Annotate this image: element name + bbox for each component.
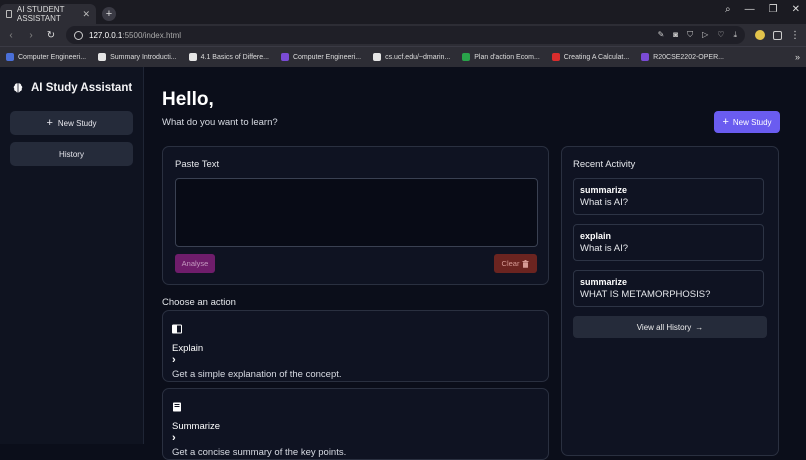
bookmark-favicon-icon <box>551 53 560 61</box>
sidebar: AI Study Assistant + New Study History <box>0 67 144 444</box>
paste-text-input[interactable] <box>175 178 538 247</box>
bookmark-item[interactable]: R20CSE2202-OPER... <box>641 53 724 61</box>
chevron-right-icon: › <box>172 432 176 444</box>
recent-item[interactable]: explain What is AI? <box>573 224 764 261</box>
bookmark-item[interactable]: Plan d'action Ecom... <box>462 53 540 61</box>
bookmark-item[interactable]: Summary Introducti... <box>98 53 177 61</box>
recent-item-query: What is AI? <box>580 243 629 254</box>
view-all-history-button[interactable]: View all History → <box>573 316 767 338</box>
recent-item-query: What is AI? <box>580 197 629 208</box>
url-path: :5500/index.html <box>122 30 182 40</box>
app-root: AI Study Assistant + New Study History H… <box>0 67 806 460</box>
analyse-label: Analyse <box>181 259 209 268</box>
sidebar-history-button[interactable]: History <box>10 142 133 166</box>
sidebar-new-study-label: New Study <box>57 118 97 128</box>
recent-item[interactable]: summarize WHAT IS METAMORPHOSIS? <box>573 270 764 307</box>
new-study-label: New Study <box>732 117 772 127</box>
action-name: Explain <box>172 343 204 354</box>
forward-icon[interactable]: › <box>26 30 36 41</box>
search-tabs-icon[interactable]: ⌕ <box>725 4 731 15</box>
menu-icon[interactable]: ⋮ <box>790 30 800 41</box>
bookmark-favicon-icon <box>188 53 197 61</box>
action-name: Summarize <box>172 421 221 432</box>
reload-icon[interactable]: ↻ <box>46 30 56 41</box>
paste-text-card: Paste Text Analyse Clear <box>162 146 549 285</box>
restore-icon[interactable]: ❐ <box>769 4 778 15</box>
address-bar-row: ‹ › ↻ 127.0.0.1:5500/index.html ✎ ◙ ⛉ ▷ … <box>0 24 806 46</box>
url-field[interactable]: 127.0.0.1:5500/index.html ✎ ◙ ⛉ ▷ ♡ ⤓ <box>66 26 745 44</box>
brand: AI Study Assistant <box>12 82 133 94</box>
new-study-button[interactable]: + New Study <box>714 111 780 133</box>
sidebar-history-label: History <box>59 149 84 159</box>
page-subtitle: What do you want to learn? <box>162 117 278 128</box>
tab-title: AI STUDENT ASSISTANT <box>16 5 65 23</box>
view-all-history-label: View all History <box>636 322 692 332</box>
bookmarks-overflow-icon[interactable]: » <box>795 52 800 62</box>
new-tab-button[interactable]: + <box>102 7 116 21</box>
tab-favicon-icon <box>6 10 12 18</box>
url-host: 127.0.0.1 <box>89 30 123 40</box>
url-actions: ✎ ◙ ⛉ ▷ ♡ ⤓ <box>658 30 737 40</box>
action-card-explain[interactable]: Explain › Get a simple explanation of th… <box>162 310 549 382</box>
chevron-right-icon: › <box>172 354 176 366</box>
extensions: ⋮ <box>755 30 800 41</box>
recent-activity-card: Recent Activity summarize What is AI? ex… <box>561 146 779 456</box>
plus-icon: + <box>722 115 729 128</box>
recent-item-action: explain <box>580 231 612 241</box>
brain-icon <box>13 83 23 93</box>
action-card-summarize[interactable]: Summarize › Get a concise summary of the… <box>162 388 549 460</box>
page-title: Hello, <box>162 89 214 110</box>
edit-icon[interactable]: ✎ <box>658 30 665 40</box>
book-icon <box>173 402 181 412</box>
recent-activity-title: Recent Activity <box>573 159 636 170</box>
download-icon[interactable]: ⤓ <box>733 30 737 40</box>
paste-text-title: Paste Text <box>175 159 220 170</box>
browser-tab[interactable]: AI STUDENT ASSISTANT ✕ <box>0 4 96 24</box>
arrow-right-icon: → <box>695 322 704 332</box>
book-open-icon <box>172 324 182 334</box>
browser-tabbar: AI STUDENT ASSISTANT ✕ + ⌕ — ❐ ✕ <box>0 0 806 24</box>
globe-icon <box>74 30 83 40</box>
bookmark-favicon-icon <box>462 53 471 61</box>
plus-icon: + <box>46 116 53 129</box>
bookmark-item[interactable]: 4.1 Basics of Differe... <box>188 53 269 61</box>
clear-label: Clear <box>501 259 520 268</box>
recent-item-action: summarize <box>580 185 628 195</box>
shield-icon[interactable]: ⛉ <box>687 30 693 40</box>
analyse-button[interactable]: Analyse <box>175 254 215 273</box>
clear-button[interactable]: Clear <box>494 254 537 273</box>
heart-icon[interactable]: ♡ <box>717 30 724 40</box>
action-description: Get a simple explanation of the concept. <box>172 369 342 380</box>
bookmark-item[interactable]: cs.ucf.edu/~dmarin... <box>373 53 450 61</box>
bookmark-favicon-icon <box>280 53 289 61</box>
recent-item-action: summarize <box>580 277 628 287</box>
back-icon[interactable]: ‹ <box>6 30 16 41</box>
cube-icon[interactable] <box>773 30 782 40</box>
main-content: Hello, What do you want to learn? + New … <box>144 67 806 460</box>
bookmark-favicon-icon <box>641 53 650 61</box>
extension-icon[interactable] <box>755 30 765 40</box>
camera-icon[interactable]: ◙ <box>673 30 678 40</box>
sidebar-new-study-button[interactable]: + New Study <box>10 111 133 135</box>
bookmark-item[interactable]: Creating A Calculat... <box>551 53 629 61</box>
recent-item[interactable]: summarize What is AI? <box>573 178 764 215</box>
window-controls: ⌕ — ❐ ✕ <box>725 4 800 15</box>
brand-title: AI Study Assistant <box>31 82 133 94</box>
bookmark-item[interactable]: Computer Engineeri... <box>280 53 361 61</box>
recent-item-query: WHAT IS METAMORPHOSIS? <box>580 289 711 300</box>
action-description: Get a concise summary of the key points. <box>172 447 347 458</box>
tab-close-icon[interactable]: ✕ <box>82 9 90 20</box>
choose-action-label: Choose an action <box>162 297 236 308</box>
play-icon[interactable]: ▷ <box>702 30 708 40</box>
bookmark-favicon-icon <box>98 53 107 61</box>
bookmark-item[interactable]: Computer Engineeri... <box>6 53 86 61</box>
bookmarks-bar: Computer Engineeri... Summary Introducti… <box>0 46 806 67</box>
minimize-icon[interactable]: — <box>745 4 755 15</box>
bookmark-favicon-icon <box>6 53 14 61</box>
bookmark-favicon-icon <box>373 53 382 61</box>
trash-icon <box>522 259 529 268</box>
close-window-icon[interactable]: ✕ <box>792 4 800 15</box>
